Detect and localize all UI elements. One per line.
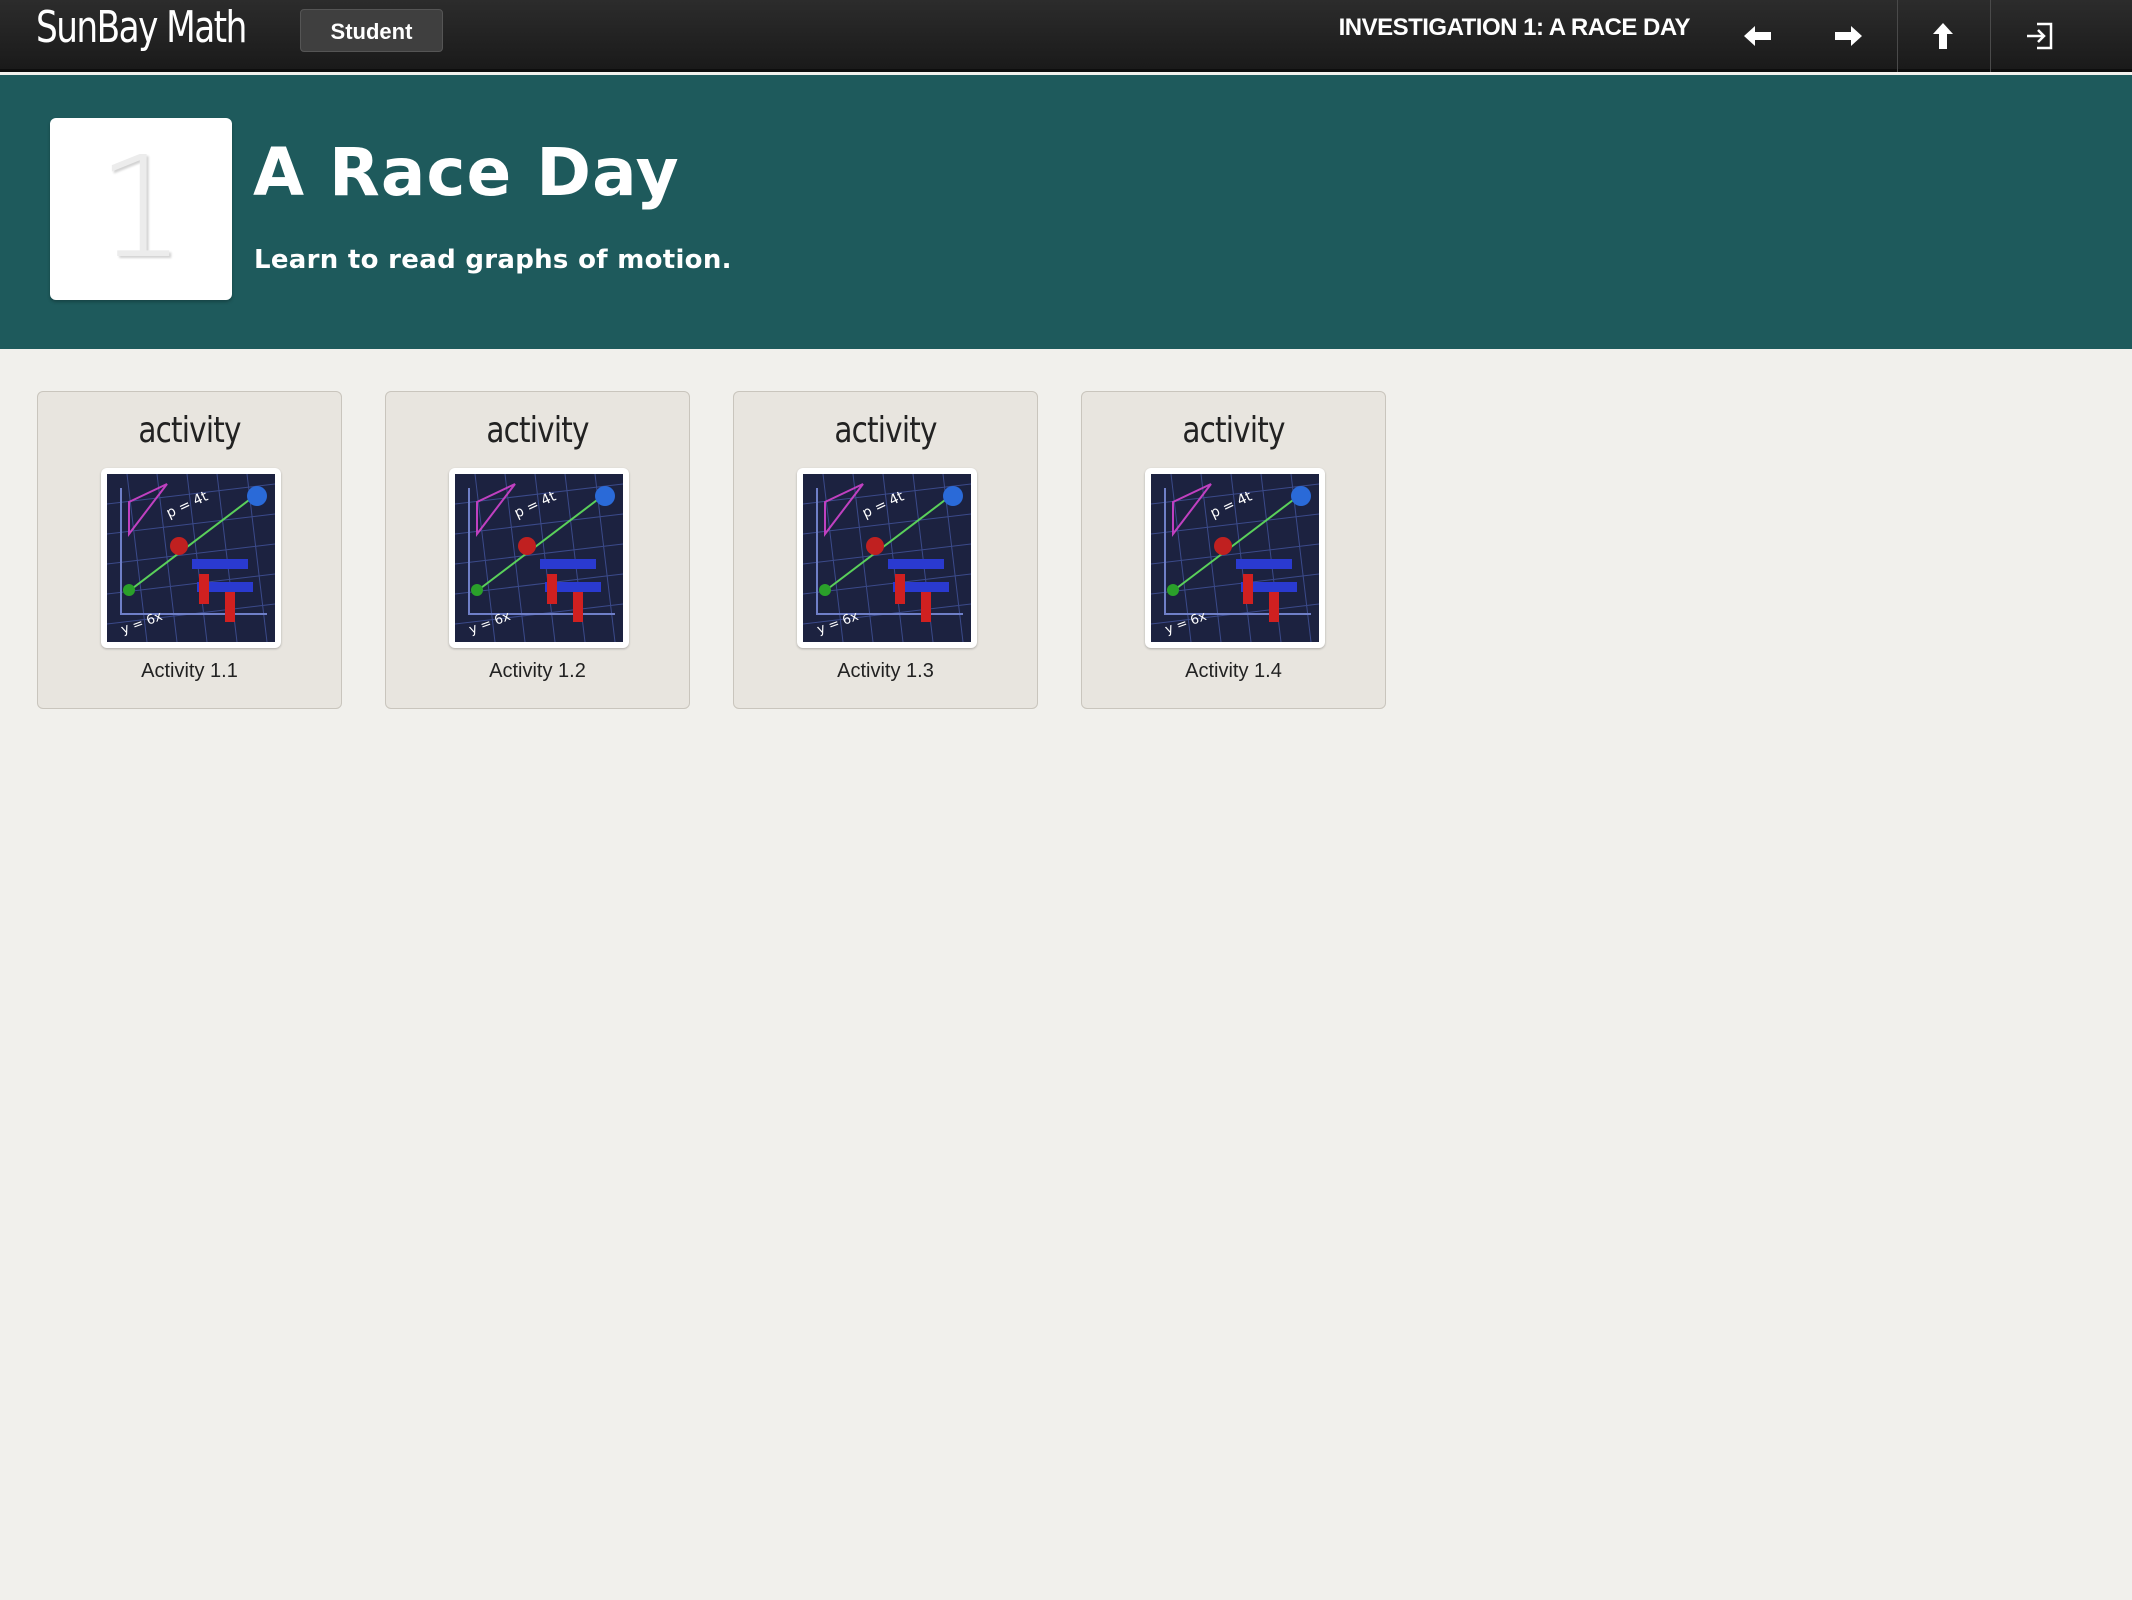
arrow-left-icon bbox=[1743, 25, 1773, 47]
race-graph-thumbnail[interactable]: p = 4t y = 6x bbox=[797, 468, 977, 648]
activity-label[interactable]: Activity 1.4 bbox=[1082, 660, 1385, 683]
card-type-label: activity bbox=[486, 410, 589, 451]
arrow-up-icon bbox=[1932, 22, 1954, 50]
activity-label[interactable]: Activity 1.3 bbox=[734, 660, 1037, 683]
activity-label[interactable]: Activity 1.1 bbox=[38, 660, 341, 683]
role-badge[interactable]: Student bbox=[300, 9, 443, 52]
card-type-label: activity bbox=[834, 410, 937, 451]
investigation-banner: 1 A Race Day Learn to read graphs of mot… bbox=[0, 75, 2132, 349]
activity-card[interactable]: activity p = 4t y = 6x Activity 1.4 bbox=[1081, 391, 1386, 709]
activity-card[interactable]: activity p = 4t y = 6x Activity 1.1 bbox=[37, 391, 342, 709]
arrow-right-icon bbox=[1833, 25, 1863, 47]
card-type-label: activity bbox=[1182, 410, 1285, 451]
investigation-number: 1 bbox=[96, 127, 186, 290]
app-brand[interactable]: SunBay Math bbox=[36, 0, 247, 56]
page-breadcrumb-title: INVESTIGATION 1: A RACE DAY bbox=[1338, 14, 1691, 41]
investigation-subtitle: Learn to read graphs of motion. bbox=[254, 245, 732, 275]
activity-card[interactable]: activity p = 4t y = 6x Activity 1.3 bbox=[733, 391, 1038, 709]
nav-separator bbox=[1990, 0, 1991, 72]
top-navigation-bar: SunBay Math Student INVESTIGATION 1: A R… bbox=[0, 0, 2132, 72]
activity-label[interactable]: Activity 1.2 bbox=[386, 660, 689, 683]
investigation-number-tile: 1 bbox=[50, 118, 232, 300]
race-graph-thumbnail[interactable]: p = 4t y = 6x bbox=[101, 468, 281, 648]
investigation-title: A Race Day bbox=[253, 134, 680, 211]
activity-card[interactable]: activity p = 4t y = 6x Activity 1.2 bbox=[385, 391, 690, 709]
race-graph-thumbnail[interactable]: p = 4t y = 6x bbox=[1145, 468, 1325, 648]
sign-out-icon bbox=[2024, 20, 2056, 52]
card-type-label: activity bbox=[138, 410, 241, 451]
exit-button[interactable] bbox=[1995, 0, 2085, 72]
race-graph-thumbnail[interactable]: p = 4t y = 6x bbox=[449, 468, 629, 648]
forward-button[interactable] bbox=[1803, 0, 1893, 72]
back-button[interactable] bbox=[1713, 0, 1803, 72]
up-button[interactable] bbox=[1898, 0, 1988, 72]
